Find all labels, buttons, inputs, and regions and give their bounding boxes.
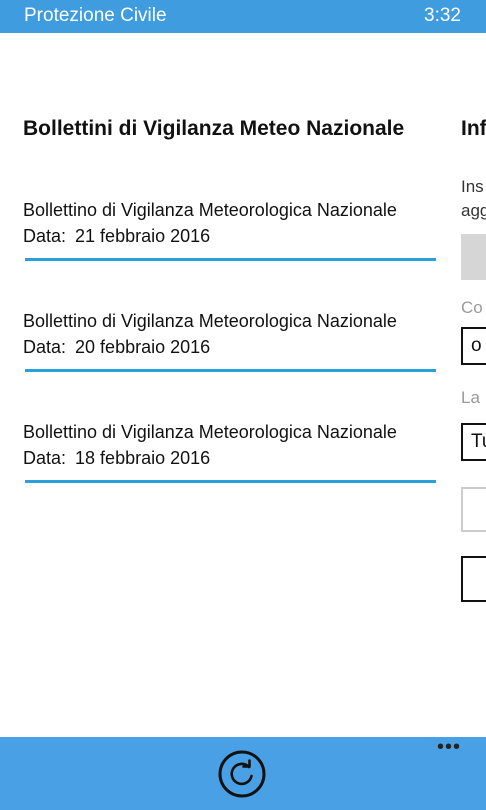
- next-section-combo-box[interactable]: Tu: [461, 423, 486, 461]
- next-section-field-label: La: [461, 388, 480, 407]
- next-section-disabled-input[interactable]: [461, 487, 486, 532]
- bulletin-date-value: 20 febbraio 2016: [75, 337, 211, 357]
- bulletin-date: Data: 20 febbraio 2016: [23, 336, 210, 358]
- bulletin-name: Bollettino di Vigilanza Meteorologica Na…: [23, 422, 397, 442]
- app-screen: Protezione Civile 3:32 Bollettini di Vig…: [0, 0, 486, 810]
- bulletin-date: Data: 21 febbraio 2016: [23, 225, 210, 247]
- status-clock: 3:32: [424, 5, 461, 26]
- bulletin-date: Data: 18 febbraio 2016: [23, 447, 210, 469]
- section-title: Bollettini di Vigilanza Meteo Nazionale: [23, 117, 405, 140]
- next-section-input[interactable]: [461, 556, 486, 602]
- next-section-combo-box[interactable]: o: [461, 327, 486, 365]
- refresh-icon: [218, 750, 266, 798]
- bulletin-separator: [25, 258, 436, 261]
- bulletin-separator: [25, 480, 436, 483]
- bulletin-separator: [25, 369, 436, 372]
- bulletin-date-label: Data:: [23, 226, 67, 246]
- next-section-intro-line: Ins: [461, 177, 484, 196]
- next-section-title: Inf: [461, 117, 486, 140]
- status-app-name: Protezione Civile: [24, 5, 167, 26]
- bulletin-date-label: Data:: [23, 337, 67, 357]
- next-section-intro-line: agg: [461, 201, 486, 220]
- bulletin-name: Bollettino di Vigilanza Meteorologica Na…: [23, 200, 397, 220]
- more-options-button[interactable]: •••: [432, 737, 466, 757]
- refresh-button[interactable]: [218, 750, 266, 798]
- app-bar: •••: [0, 737, 486, 810]
- bulletin-date-value: 21 febbraio 2016: [75, 226, 211, 246]
- bulletin-date-value: 18 febbraio 2016: [75, 448, 211, 468]
- next-section-button[interactable]: [461, 234, 486, 280]
- status-bar: Protezione Civile 3:32: [0, 0, 486, 33]
- bulletin-name: Bollettino di Vigilanza Meteorologica Na…: [23, 311, 397, 331]
- bulletin-date-label: Data:: [23, 448, 67, 468]
- next-section-field-label: Co: [461, 298, 483, 317]
